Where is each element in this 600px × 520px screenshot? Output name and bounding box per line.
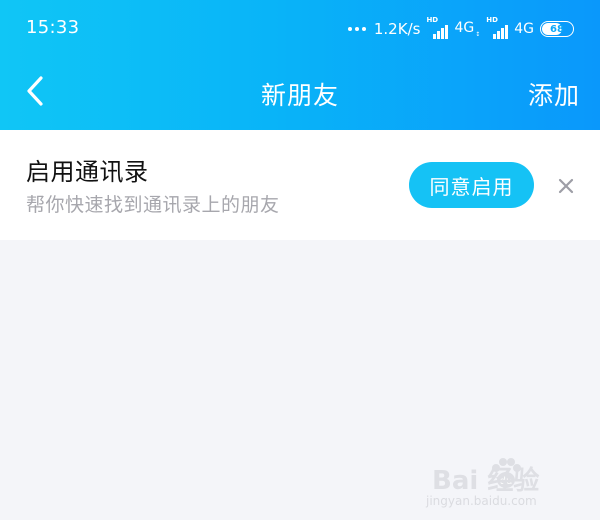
network-type-sim2: 4G — [514, 21, 534, 37]
watermark-brand: Bai 经验 — [432, 466, 540, 496]
hd-badge: HD — [486, 16, 498, 24]
battery-icon: 68 — [540, 21, 574, 37]
status-time: 15:33 — [26, 17, 80, 38]
hd-badge: HD — [426, 16, 439, 24]
enable-contacts-card: 启用通讯录 帮你快速找到通讯录上的朋友 同意启用 — [0, 130, 600, 240]
add-button[interactable]: 添加 — [528, 76, 580, 112]
baidu-watermark: du Bai 经验 jingyan.baidu.com — [424, 454, 574, 514]
nav-bar: 新朋友 添加 — [0, 56, 600, 130]
page-title: 新朋友 — [260, 81, 339, 110]
close-icon — [558, 178, 574, 194]
agree-enable-button[interactable]: 同意启用 — [409, 162, 534, 208]
status-indicators: 1.2K/s HD 4G↕ HD 4G 68 — [347, 16, 574, 41]
top-bar: 15:33 1.2K/s HD 4G↕ HD 4G 68 新朋友 添加 — [0, 0, 600, 130]
signal-sim1-icon: HD — [426, 16, 449, 39]
net-speed: 1.2K/s — [373, 20, 421, 38]
watermark-url: jingyan.baidu.com — [426, 494, 537, 508]
more-notifications-icon — [347, 27, 366, 31]
battery-level: 68 — [550, 23, 564, 35]
signal-sim2-icon: HD — [486, 16, 509, 39]
dismiss-button[interactable] — [554, 174, 578, 198]
card-subtitle: 帮你快速找到通讯录上的朋友 — [26, 194, 280, 216]
card-title: 启用通讯录 — [26, 158, 149, 186]
status-bar: 15:33 1.2K/s HD 4G↕ HD 4G 68 — [0, 0, 600, 56]
network-type-sim1: 4G↕ — [454, 20, 481, 38]
